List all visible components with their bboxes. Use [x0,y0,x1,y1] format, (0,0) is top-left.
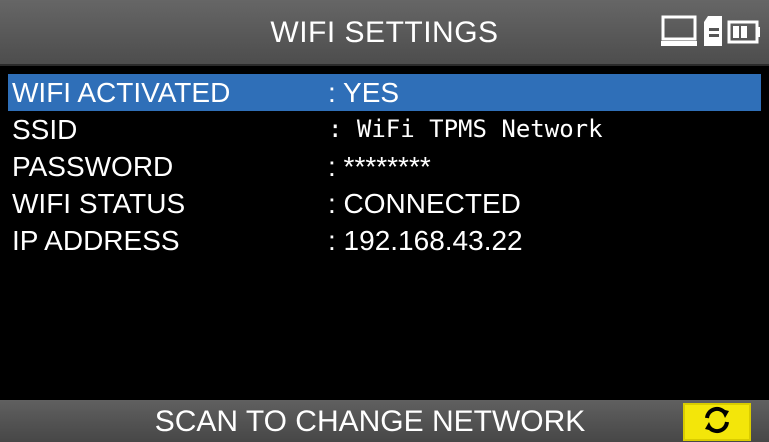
setting-row-wifi-activated[interactable]: WIFI ACTIVATED : YES [8,74,761,111]
refresh-button[interactable] [683,403,751,441]
sd-card-icon [702,14,724,53]
setting-value: : ******** [328,151,431,182]
page-title: WIFI SETTINGS [270,16,499,49]
battery-icon [727,14,761,53]
refresh-icon [701,404,733,441]
setting-value: : CONNECTED [328,188,521,219]
footer-bar: SCAN TO CHANGE NETWORK [0,400,769,442]
setting-value: : 192.168.43.22 [328,225,523,256]
setting-label: SSID [12,114,78,145]
setting-row-password[interactable]: PASSWORD : ******** [8,148,761,185]
computer-monitor-icon [661,14,699,53]
setting-row-ip-address[interactable]: IP ADDRESS : 192.168.43.22 [8,222,761,259]
setting-label: WIFI ACTIVATED [12,77,231,108]
settings-list: WIFI ACTIVATED : YES SSID : WiFi TPMS Ne… [8,70,761,398]
setting-row-ssid[interactable]: SSID : WiFi TPMS Network [8,111,761,148]
setting-label: PASSWORD [12,151,174,182]
setting-value: : YES [328,77,400,108]
setting-value: : WiFi TPMS Network [328,115,603,143]
scan-to-change-network-label: SCAN TO CHANGE NETWORK [154,405,586,438]
setting-label: WIFI STATUS [12,188,186,219]
header-bar: WIFI SETTINGS [0,0,769,66]
status-icons [661,14,761,53]
setting-label: IP ADDRESS [12,225,180,256]
setting-row-wifi-status[interactable]: WIFI STATUS : CONNECTED [8,185,761,222]
